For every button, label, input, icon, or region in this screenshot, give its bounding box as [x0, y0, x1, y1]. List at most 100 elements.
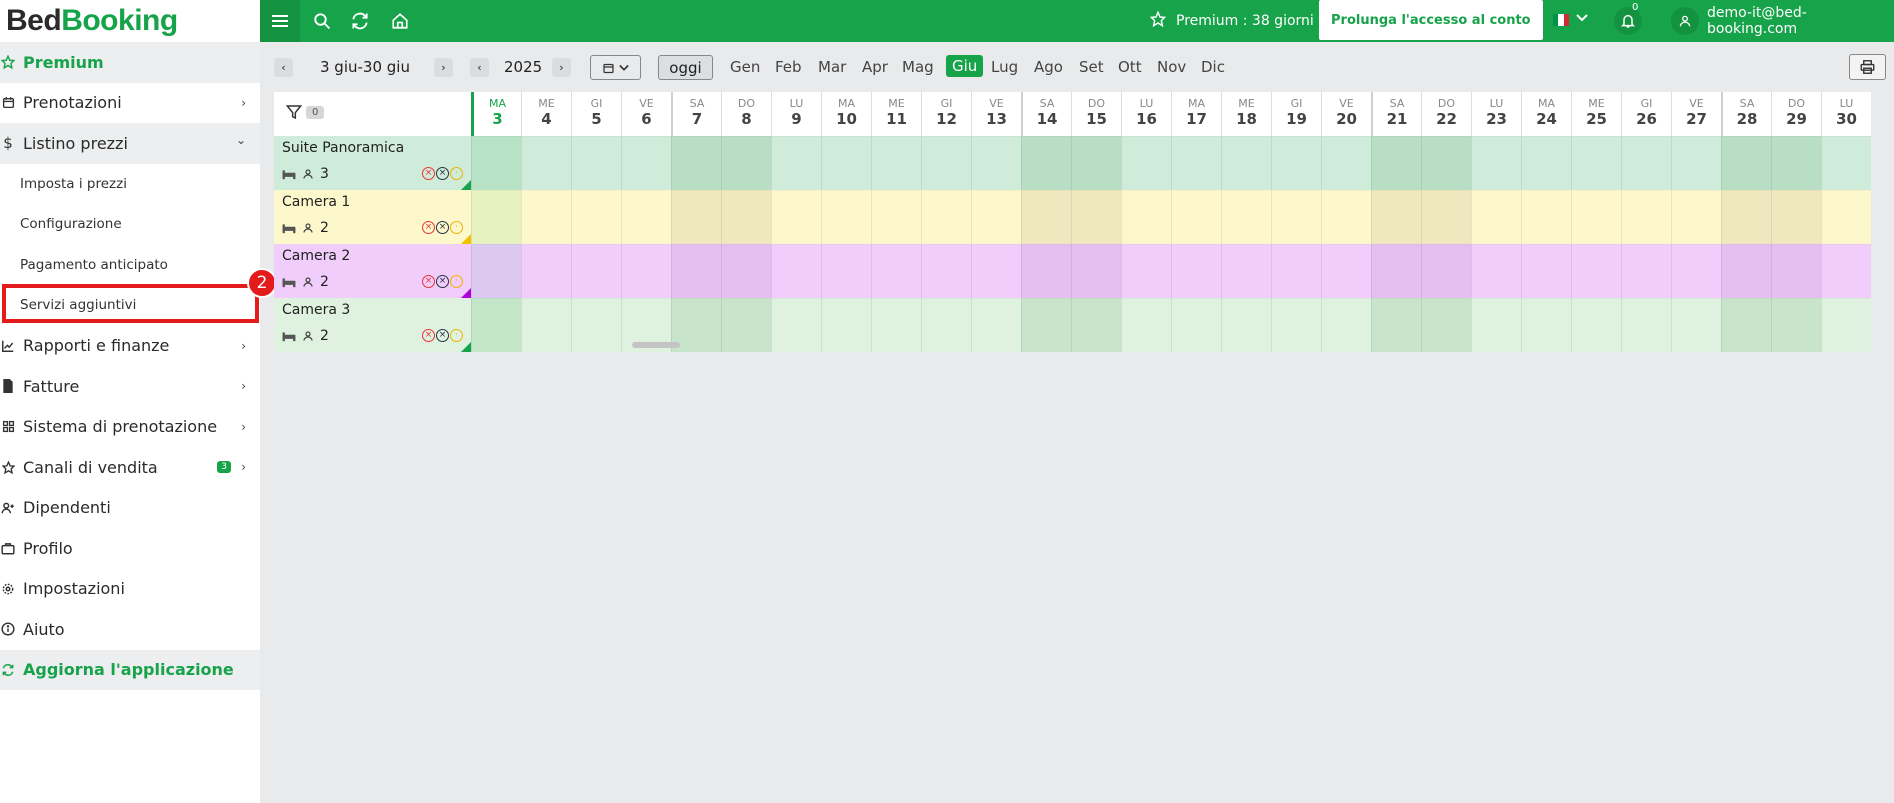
calendar-cell[interactable]: [1371, 298, 1421, 352]
room-row-label[interactable]: Suite Panoramica 3 × × ·: [274, 136, 471, 190]
next-year-button[interactable]: ›: [552, 58, 571, 77]
month-nov[interactable]: Nov: [1157, 58, 1186, 76]
calendar-cell[interactable]: [521, 298, 571, 352]
calendar-cell[interactable]: [1621, 298, 1671, 352]
calendar-cell[interactable]: [521, 244, 571, 298]
calendar-cell[interactable]: [721, 298, 771, 352]
calendar-cell[interactable]: [1671, 136, 1721, 190]
user-email[interactable]: demo-it@bed-booking.com: [1707, 0, 1894, 42]
chevron-down-icon[interactable]: [1576, 12, 1588, 27]
room-row-label[interactable]: Camera 1 2 × × ·: [274, 190, 471, 244]
calendar-cell[interactable]: [721, 190, 771, 244]
calendar-cell[interactable]: [721, 244, 771, 298]
calendar-cell[interactable]: [1421, 136, 1471, 190]
calendar-cell[interactable]: [871, 136, 921, 190]
sidebar-item-aggiorna[interactable]: Aggiorna l'applicazione: [0, 649, 260, 690]
calendar-cell[interactable]: [1471, 190, 1521, 244]
calendar-cell[interactable]: [1771, 298, 1821, 352]
calendar-cell[interactable]: [521, 136, 571, 190]
calendar-cell[interactable]: [1271, 190, 1321, 244]
calendar-cell[interactable]: [821, 244, 871, 298]
calendar-cell[interactable]: [821, 298, 871, 352]
calendar-cell[interactable]: [1171, 190, 1221, 244]
calendar-cell[interactable]: [1371, 136, 1421, 190]
calendar-cell[interactable]: [521, 190, 571, 244]
sidebar-item-dipendenti[interactable]: Dipendenti: [0, 488, 260, 529]
month-set[interactable]: Set: [1079, 58, 1104, 76]
calendar-cell[interactable]: [571, 190, 621, 244]
month-mag[interactable]: Mag: [902, 58, 934, 76]
room-row-label[interactable]: Camera 2 2 × × ·: [274, 244, 471, 298]
calendar-cell[interactable]: [1021, 136, 1071, 190]
calendar-cell[interactable]: [1621, 136, 1671, 190]
calendar-cell[interactable]: [621, 244, 671, 298]
sidebar-item-canali-vendita[interactable]: Canali di vendita 3 ›: [0, 447, 260, 488]
calendar-cell[interactable]: [1821, 190, 1871, 244]
calendar-cell[interactable]: [1321, 190, 1371, 244]
calendar-cell[interactable]: [771, 244, 821, 298]
bedbooking-logo[interactable]: Bed Booking: [0, 0, 260, 42]
calendar-cell[interactable]: [821, 190, 871, 244]
calendar-cell[interactable]: [471, 298, 521, 352]
calendar-cell[interactable]: [1721, 298, 1771, 352]
calendar-cell[interactable]: [1521, 190, 1571, 244]
calendar-cell[interactable]: [1371, 190, 1421, 244]
calendar-cell[interactable]: [1421, 244, 1471, 298]
calendar-cell[interactable]: [1721, 190, 1771, 244]
month-dic[interactable]: Dic: [1201, 58, 1225, 76]
calendar-cell[interactable]: [1371, 244, 1421, 298]
calendar-cell[interactable]: [1671, 244, 1721, 298]
month-mar[interactable]: Mar: [818, 58, 846, 76]
calendar-cell[interactable]: [921, 298, 971, 352]
calendar-cell[interactable]: [821, 136, 871, 190]
sidebar-item-sistema-prenotazione[interactable]: Sistema di prenotazione ›: [0, 407, 260, 448]
calendar-cell[interactable]: [1471, 298, 1521, 352]
calendar-cell[interactable]: [1221, 244, 1271, 298]
calendar-cell[interactable]: [1121, 298, 1171, 352]
calendar-cell[interactable]: [1271, 298, 1321, 352]
calendar-cell[interactable]: [571, 136, 621, 190]
calendar-cell[interactable]: [1621, 244, 1671, 298]
calendar-cell[interactable]: [1121, 136, 1171, 190]
month-gen[interactable]: Gen: [730, 58, 760, 76]
sidebar-item-prenotazioni[interactable]: Prenotazioni ›: [0, 83, 260, 124]
calendar-cell[interactable]: [1221, 190, 1271, 244]
calendar-cell[interactable]: [1021, 244, 1071, 298]
calendar-cell[interactable]: [921, 136, 971, 190]
sidebar-item-profilo[interactable]: Profilo: [0, 528, 260, 569]
sidebar-item-fatture[interactable]: Fatture ›: [0, 366, 260, 407]
calendar-cell[interactable]: [1471, 244, 1521, 298]
calendar-cell[interactable]: [971, 190, 1021, 244]
calendar-cell[interactable]: [1571, 244, 1621, 298]
calendar-cell[interactable]: [1221, 298, 1271, 352]
calendar-picker-button[interactable]: [590, 55, 641, 80]
submenu-pagamento-anticipato[interactable]: Pagamento anticipato: [0, 245, 260, 286]
calendar-cell[interactable]: [921, 190, 971, 244]
calendar-cell[interactable]: [721, 136, 771, 190]
calendar-cell[interactable]: [671, 190, 721, 244]
calendar-cell[interactable]: [1321, 298, 1371, 352]
month-ago[interactable]: Ago: [1034, 58, 1063, 76]
sidebar-item-impostazioni[interactable]: Impostazioni: [0, 569, 260, 610]
sidebar-item-listino-prezzi[interactable]: $ Listino prezzi ⌄: [0, 123, 260, 164]
calendar-cell[interactable]: [1121, 244, 1171, 298]
calendar-cell[interactable]: [1621, 190, 1671, 244]
calendar-cell[interactable]: [571, 298, 621, 352]
calendar-cell[interactable]: [871, 298, 921, 352]
calendar-cell[interactable]: [1721, 136, 1771, 190]
today-button[interactable]: oggi: [658, 55, 713, 80]
sidebar-item-aiuto[interactable]: Aiuto: [0, 609, 260, 650]
calendar-cell[interactable]: [1771, 190, 1821, 244]
calendar-cell[interactable]: [671, 244, 721, 298]
calendar-cell[interactable]: [771, 190, 821, 244]
calendar-cell[interactable]: [1721, 244, 1771, 298]
calendar-cell[interactable]: [771, 136, 821, 190]
italy-flag-icon[interactable]: [1553, 14, 1569, 26]
calendar-cell[interactable]: [1171, 298, 1221, 352]
prev-year-button[interactable]: ‹: [470, 58, 489, 77]
submenu-imposta-prezzi[interactable]: Imposta i prezzi: [0, 164, 260, 205]
calendar-cell[interactable]: [1171, 244, 1221, 298]
calendar-cell[interactable]: [1071, 244, 1121, 298]
calendar-cell[interactable]: [1671, 298, 1721, 352]
month-apr[interactable]: Apr: [862, 58, 888, 76]
